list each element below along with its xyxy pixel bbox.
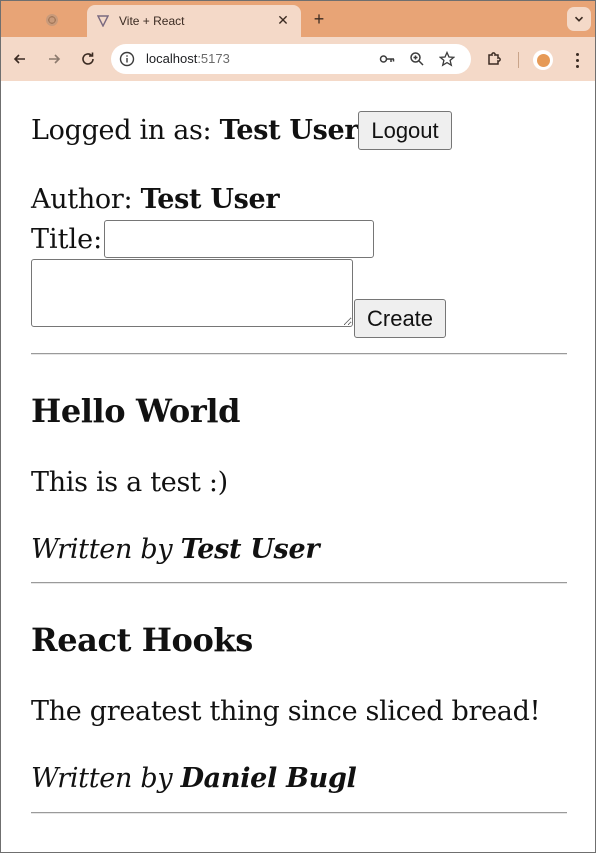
toolbar-divider: [518, 52, 519, 68]
tab-active[interactable]: Vite + React ✕: [87, 5, 301, 37]
extensions-button[interactable]: [483, 48, 505, 70]
tab-inactive[interactable]: [23, 5, 81, 35]
divider: [31, 582, 567, 584]
post-author: Test User: [180, 534, 320, 565]
logout-button[interactable]: Logout: [358, 111, 452, 150]
address-bar[interactable]: localhost:5173: [111, 44, 471, 74]
author-label: Author: Test User: [31, 184, 280, 215]
create-button[interactable]: Create: [354, 299, 447, 338]
post-contents: This is a test :): [31, 467, 228, 498]
puzzle-icon: [488, 52, 501, 65]
post-author: Daniel Bugl: [180, 763, 357, 794]
url-text: localhost:5173: [146, 51, 230, 66]
reload-icon: [82, 52, 94, 65]
tab-strip: Vite + React ✕ +: [1, 1, 595, 37]
vite-logo-icon: [97, 15, 109, 27]
logged-in-label: Logged in as: Test User: [31, 115, 359, 146]
close-icon[interactable]: ✕: [275, 13, 291, 29]
username: Test User: [219, 115, 359, 146]
post-title: Hello World: [31, 392, 241, 430]
divider: [31, 353, 567, 355]
avatar[interactable]: [533, 50, 553, 70]
forward-button[interactable]: [43, 48, 65, 70]
content-textarea[interactable]: [31, 259, 353, 327]
reload-button[interactable]: [77, 48, 99, 70]
key-icon[interactable]: [379, 51, 395, 67]
info-icon[interactable]: [119, 51, 135, 67]
arrow-left-icon: [13, 54, 25, 64]
back-button[interactable]: [9, 48, 31, 70]
chevron-down-icon: [574, 16, 584, 22]
title-input[interactable]: [104, 220, 375, 258]
author-name: Test User: [140, 184, 280, 215]
title-row: Title:: [31, 220, 375, 258]
tab-search-button[interactable]: [567, 7, 591, 31]
divider: [31, 812, 567, 814]
zoom-icon[interactable]: [409, 51, 425, 67]
post-byline: Written by Daniel Bugl: [31, 763, 357, 794]
post-title: React Hooks: [31, 621, 253, 659]
profile-icon: [536, 53, 550, 67]
star-icon[interactable]: [439, 51, 455, 67]
tab-title: Vite + React: [119, 14, 185, 28]
title-label: Title:: [31, 223, 103, 255]
kebab-menu-icon[interactable]: [567, 50, 587, 70]
post-contents: The greatest thing since sliced bread!: [31, 696, 541, 727]
globe-icon: [46, 14, 58, 26]
page-content: Logged in as: Test User Logout Author: T…: [1, 81, 595, 852]
plus-icon[interactable]: +: [309, 9, 329, 29]
arrow-right-icon: [49, 54, 61, 64]
post-byline: Written by Test User: [31, 534, 320, 565]
user-bar: Logged in as: Test User Logout: [31, 111, 452, 150]
browser-toolbar: localhost:5173: [1, 37, 595, 81]
